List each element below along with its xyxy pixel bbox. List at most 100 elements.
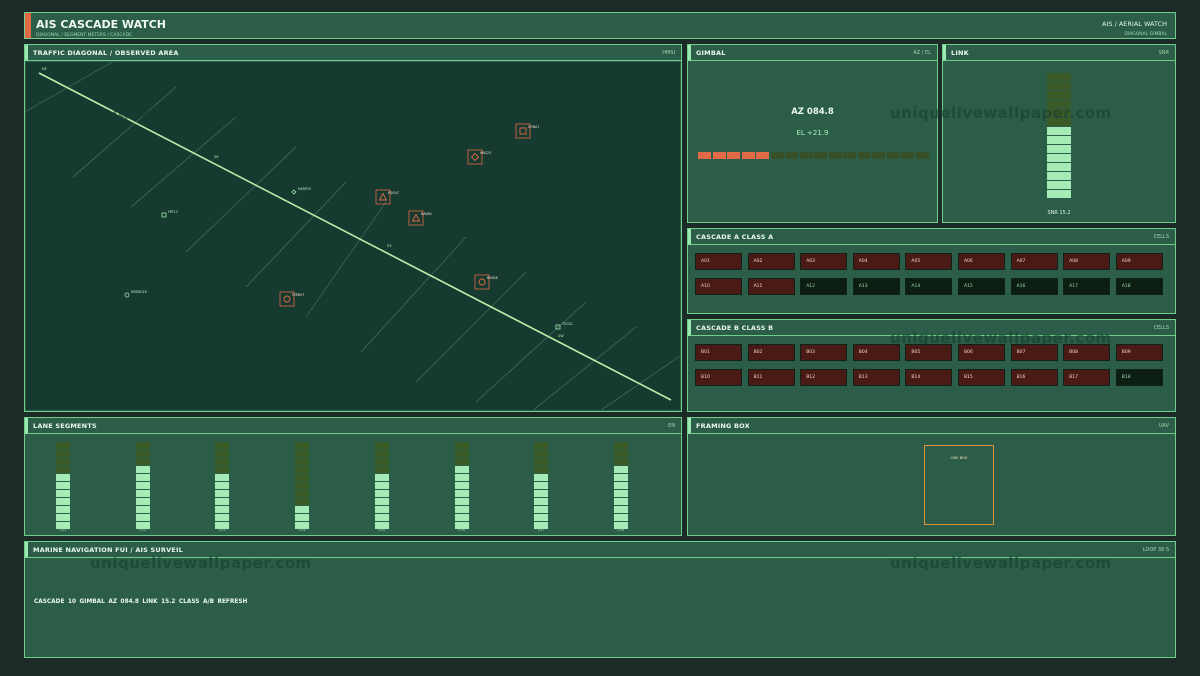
lane-meter-cell — [295, 474, 310, 481]
cascade-a-cell-label: A11 — [753, 284, 763, 289]
link-meter-cell — [1047, 181, 1071, 189]
cascade-b-cell[interactable]: B06 — [957, 344, 1005, 361]
framing-box-tag: UAV — [1158, 423, 1169, 429]
cascade-a-cell[interactable]: A02 — [747, 253, 795, 270]
target-label: NAV84 — [421, 212, 432, 216]
cascade-a-cell[interactable]: A13 — [852, 278, 900, 295]
lane-meter-cell — [295, 458, 310, 465]
framing-box-header: FRAMING BOX UAV — [688, 418, 1175, 434]
cascade-b-cell[interactable]: B12 — [800, 369, 848, 386]
target-label: PDG47 — [388, 191, 399, 195]
gimbal-bar-cell — [814, 152, 827, 159]
lane-meter-cell — [534, 514, 549, 521]
lane-meter-cell — [374, 514, 389, 521]
lane-meter-cell — [454, 442, 469, 449]
cascade-b-cell[interactable]: B09 — [1115, 344, 1163, 361]
cascade-b-cell[interactable]: B02 — [747, 344, 795, 361]
lane-meter-cell — [215, 482, 230, 489]
link-meter-cell — [1047, 109, 1071, 117]
link-snr-meter — [1047, 73, 1071, 198]
header-bar: AIS CASCADE WATCH DIAGONAL / SEGMENT MET… — [24, 12, 1176, 39]
cascade-b-panel: CASCADE B CLASS B CELLS B01 B02 B03 B04 B05 B… — [687, 319, 1176, 412]
cascade-b-cell[interactable]: B13 — [852, 369, 900, 386]
lane-meter-cell — [613, 442, 628, 449]
lane-meter-cell — [295, 514, 310, 521]
cascade-b-cell-label: B04 — [858, 350, 868, 355]
cascade-a-cell[interactable]: A12 — [800, 278, 848, 295]
traffic-panel: TRAFFIC DIAGONAL / OBSERVED AREA HMSI NE… — [24, 44, 682, 412]
cascade-b-cell[interactable]: B15 — [957, 369, 1005, 386]
cascade-a-cell[interactable]: A07 — [1010, 253, 1058, 270]
gimbal-bar-cell — [698, 152, 711, 159]
cascade-a-cell[interactable]: A11 — [747, 278, 795, 295]
cascade-a-cell[interactable]: A09 — [1115, 253, 1163, 270]
link-meter-cell — [1047, 100, 1071, 108]
link-panel: LINK SNR SNR 15.2 — [942, 44, 1176, 223]
target-label: FERR07 — [292, 293, 304, 297]
traffic-panel-header: TRAFFIC DIAGONAL / OBSERVED AREA HMSI — [25, 45, 681, 61]
cascade-b-cell[interactable]: B01 — [695, 344, 742, 361]
cascade-a-cell-label: A13 — [858, 284, 868, 289]
lane-meter-cell — [454, 474, 469, 481]
hatch-line — [185, 146, 297, 253]
lane-meter-cell — [374, 498, 389, 505]
vessel-label: TUG21 — [561, 322, 573, 326]
vessel-marker-icon — [291, 189, 297, 195]
cascade-b-cell[interactable]: B08 — [1063, 344, 1111, 361]
cascade-b-cell[interactable]: B16 — [1010, 369, 1058, 386]
cascade-a-cell[interactable]: A01 — [695, 253, 742, 270]
cascade-a-cell[interactable]: A16 — [1010, 278, 1058, 295]
observation-frame[interactable]: OBS BOX — [924, 445, 994, 525]
traffic-map-canvas[interactable]: NE S6 S3 SW CON01 HBG23 PDG47 NAV84 BUS06 FERR07 F… — [26, 62, 680, 410]
vessel-label: DREDG18 — [131, 290, 147, 294]
lane-segments-header: LANE SEGMENTS EN — [25, 418, 681, 434]
cascade-a-cell[interactable]: A04 — [852, 253, 900, 270]
hatch-line — [72, 86, 177, 178]
cascade-b-cell[interactable]: B18 — [1115, 369, 1163, 386]
diagonal-track — [38, 72, 672, 401]
cascade-a-cell[interactable]: A06 — [957, 253, 1005, 270]
cascade-b-cell[interactable]: B11 — [747, 369, 795, 386]
track-label: S6 — [214, 155, 218, 159]
cascade-a-cell[interactable]: A15 — [957, 278, 1005, 295]
lane-meter-cell — [135, 490, 150, 497]
cascade-a-cell[interactable]: A10 — [695, 278, 742, 295]
cascade-b-cell[interactable]: B05 — [905, 344, 953, 361]
page-title: AIS CASCADE WATCH — [36, 18, 167, 31]
lane-meter-cell — [454, 506, 469, 513]
cascade-a-panel: CASCADE A CLASS A CELLS A01 A02 A03 A04 A05 A… — [687, 228, 1176, 314]
lane-label: L05 — [378, 527, 386, 532]
cascade-b-cell[interactable]: B03 — [800, 344, 848, 361]
lane-meter-cell — [613, 474, 628, 481]
lane-meter-cell — [215, 450, 230, 457]
vessel-label: HARP20 — [298, 187, 311, 191]
cascade-b-cell[interactable]: B07 — [1010, 344, 1058, 361]
cascade-a-cell[interactable]: A03 — [800, 253, 848, 270]
lane-segments-panel: LANE SEGMENTS EN L01 L02 L03 L04 L05 L06 L07 L0… — [24, 417, 682, 536]
page-subtitle: DIAGONAL / SEGMENT METERS / CASCADE — [36, 33, 132, 38]
cascade-b-cell[interactable]: B17 — [1063, 369, 1111, 386]
lane-meter — [454, 442, 469, 529]
lane-meter-cell — [135, 514, 150, 521]
cascade-b-header: CASCADE B CLASS B CELLS — [688, 320, 1175, 336]
traffic-map[interactable]: NE S6 S3 SW CON01 HBG23 PDG47 NAV84 BUS06 FERR07 F… — [26, 62, 680, 410]
lane-meter-cell — [613, 466, 628, 473]
cascade-a-cell[interactable]: A18 — [1115, 278, 1163, 295]
lane-meter-cell — [215, 458, 230, 465]
cascade-a-cell[interactable]: A08 — [1063, 253, 1111, 270]
hatch-line — [360, 236, 467, 353]
lane-meter-cell — [56, 514, 70, 521]
lane-meter-cell — [534, 506, 549, 513]
cascade-a-cell[interactable]: A14 — [905, 278, 953, 295]
cascade-b-cell-label: B03 — [806, 350, 816, 355]
cascade-b-cell[interactable]: B10 — [695, 369, 742, 386]
lane-label: L02 — [139, 527, 147, 532]
cascade-b-cell[interactable]: B04 — [852, 344, 900, 361]
target-circle-icon — [478, 278, 486, 286]
cascade-b-cell[interactable]: B14 — [905, 369, 953, 386]
lane-meter-cell — [135, 498, 150, 505]
link-meter-cell — [1047, 82, 1071, 90]
cascade-b-cell-label: B07 — [1016, 350, 1026, 355]
cascade-a-cell[interactable]: A05 — [905, 253, 953, 270]
cascade-a-cell[interactable]: A17 — [1063, 278, 1111, 295]
